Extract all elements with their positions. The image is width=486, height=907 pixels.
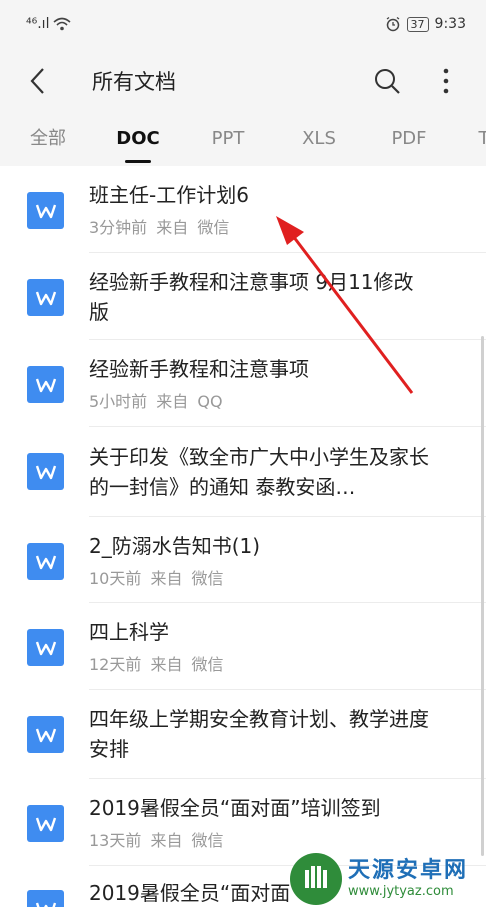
doc-title: 经验新手教程和注意事项 xyxy=(89,357,309,381)
doc-meta: 3分钟前 来自 微信 xyxy=(89,218,230,237)
word-doc-icon xyxy=(27,192,64,229)
watermark-title: 天源安卓网 xyxy=(348,858,469,883)
list-item[interactable]: 2_防溺水告知书(1) 10天前 来自 微信 xyxy=(0,517,486,603)
word-doc-icon xyxy=(27,279,64,316)
word-doc-icon xyxy=(27,453,64,490)
list-item[interactable]: 经验新手教程和注意事项 9月11修改版 xyxy=(0,253,486,340)
clock: 9:33 xyxy=(434,16,466,32)
scrollbar[interactable] xyxy=(481,336,484,856)
status-right: 37 9:33 xyxy=(385,16,466,32)
file-type-tabs: 全部 DOC PPT XLS PDF T xyxy=(0,115,486,165)
alarm-icon xyxy=(386,16,399,32)
page-title: 所有文档 xyxy=(92,70,176,94)
list-item[interactable]: 四上科学 12天前 来自 微信 xyxy=(0,603,486,690)
doc-title: 关于印发《致全市广大中小学生及家长的一封信》的通知 泰教安函… xyxy=(89,445,429,499)
status-left: ⁴⁶.ıl xyxy=(26,16,71,32)
top-bar: 所有文档 xyxy=(0,48,486,112)
wifi-icon xyxy=(53,17,71,31)
word-doc-icon xyxy=(27,543,64,580)
more-button[interactable] xyxy=(432,64,460,98)
document-list: 班主任-工作计划6 3分钟前 来自 微信 经验新手教程和注意事项 9月11修改版… xyxy=(0,166,486,907)
list-item[interactable]: 关于印发《致全市广大中小学生及家长的一封信》的通知 泰教安函… xyxy=(0,427,486,517)
doc-title: 四上科学 xyxy=(89,620,169,644)
signal-indicator: ⁴⁶.ıl xyxy=(26,16,50,32)
word-doc-icon xyxy=(27,716,64,753)
back-button[interactable] xyxy=(22,64,56,98)
word-doc-icon xyxy=(27,805,64,842)
watermark-url: www.jytyaz.com xyxy=(348,884,454,899)
active-tab-indicator xyxy=(125,160,151,163)
doc-title: 经验新手教程和注意事项 9月11修改版 xyxy=(89,270,414,324)
doc-title: 2019暑假全员“面对面”培训签到 xyxy=(89,796,381,820)
back-arrow-icon xyxy=(30,68,44,94)
search-icon xyxy=(375,69,400,94)
doc-title: 四年级上学期安全教育计划、教学进度安排 xyxy=(89,707,429,761)
doc-title: 2_防溺水告知书(1) xyxy=(89,534,261,558)
tab-doc[interactable]: DOC xyxy=(110,115,166,165)
watermark-text: 天源安卓网 www.jytyaz.com xyxy=(348,858,468,900)
tab-all[interactable]: 全部 xyxy=(22,115,74,165)
more-vertical-icon xyxy=(443,68,449,94)
tab-pdf[interactable]: PDF xyxy=(383,115,435,165)
word-doc-icon xyxy=(27,629,64,666)
list-item[interactable]: 四年级上学期安全教育计划、教学进度安排 xyxy=(0,690,486,779)
tab-txt[interactable]: T xyxy=(474,115,486,165)
status-bar: ⁴⁶.ıl 37 9:33 xyxy=(0,0,486,48)
word-doc-icon xyxy=(27,890,64,907)
doc-meta: 13天前 来自 微信 xyxy=(89,831,224,850)
tab-ppt[interactable]: PPT xyxy=(202,115,254,165)
search-button[interactable] xyxy=(370,64,404,98)
list-item[interactable]: 班主任-工作计划6 3分钟前 来自 微信 xyxy=(0,166,486,253)
doc-title: 班主任-工作计划6 xyxy=(89,183,249,207)
tab-xls[interactable]: XLS xyxy=(292,115,346,165)
doc-meta: 12天前 来自 微信 xyxy=(89,655,224,674)
doc-meta: 10天前 来自 微信 xyxy=(89,569,224,588)
watermark-logo-icon xyxy=(290,853,342,905)
word-doc-icon xyxy=(27,366,64,403)
list-item[interactable]: 经验新手教程和注意事项 5小时前 来自 QQ xyxy=(0,340,486,427)
battery-indicator: 37 xyxy=(406,16,429,32)
doc-meta: 5小时前 来自 QQ xyxy=(89,392,223,411)
watermark: 天源安卓网 www.jytyaz.com xyxy=(290,851,486,907)
